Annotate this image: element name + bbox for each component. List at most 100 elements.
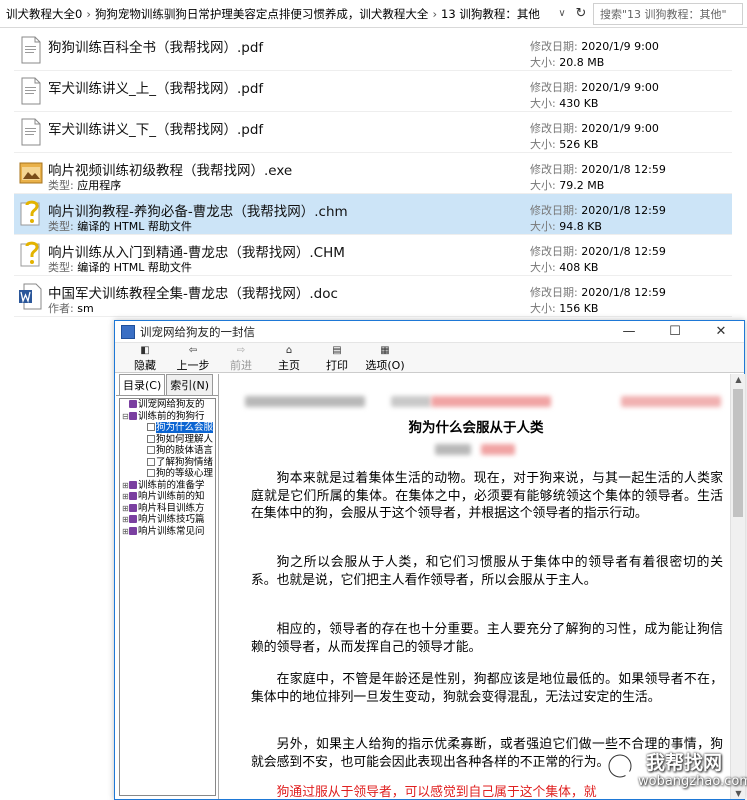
pdf-file-icon (21, 77, 41, 105)
file-item[interactable]: 狗狗训练百科全书（我帮找网）.pdf 修改日期: 2020/1/9 9:00 大… (14, 30, 732, 71)
tree-node-label: 狗如何理解人 (156, 433, 214, 445)
chevron-down-icon[interactable]: ∨ (553, 8, 571, 19)
expand-icon[interactable]: ⊞ (122, 491, 129, 503)
close-button[interactable]: ✕ (698, 324, 744, 339)
forward-icon: ⇨ (236, 345, 246, 356)
breadcrumb-item[interactable]: 狗狗宠物训练驯狗日常护理美容定点排便习惯养成，训犬教程大全 (95, 7, 429, 21)
file-name: 响片视频训练初级教程（我帮找网）.exe (48, 163, 293, 179)
file-item-selected[interactable]: 响片训狗教程-养狗必备-曹龙忠（我帮找网）.chm 类型: 编译的 HTML 帮… (14, 194, 732, 235)
tree-node[interactable]: 训宠网给狗友的 (120, 399, 215, 411)
tree-node[interactable]: ⊞ 训练前的准备学 (120, 480, 215, 492)
watermark-url: wobangzhao.com (638, 774, 747, 789)
watermark-text: 我帮找网 (646, 752, 723, 774)
file-item[interactable]: 军犬训练讲义_上_（我帮找网）.pdf 修改日期: 2020/1/9 9:00 … (14, 71, 732, 112)
tree-node[interactable]: 狗如何理解人 (120, 434, 215, 446)
book-icon (129, 480, 137, 489)
file-item[interactable]: 响片训练从入门到精通-曹龙忠（我帮找网）.CHM 类型: 编译的 HTML 帮助… (14, 235, 732, 276)
topic-content[interactable]: 狗为什么会服从于人类 狗本来就是过着集体生活的动物。现在，对于狗来说，与其一起生… (221, 374, 731, 799)
expand-icon[interactable]: ⊞ (122, 503, 129, 515)
search-placeholder: 搜索"13 训狗教程：其他" (600, 7, 727, 21)
tree-node[interactable]: ⊟ 训练前的狗狗行 (120, 411, 215, 423)
book-icon (129, 526, 137, 535)
file-item[interactable]: 响片视频训练初级教程（我帮找网）.exe 类型: 应用程序 修改日期: 2020… (14, 153, 732, 194)
print-button[interactable]: ▤ 打印 (313, 343, 361, 373)
back-icon: ⇦ (188, 345, 198, 356)
forward-button[interactable]: ⇨ 前进 (217, 343, 265, 373)
tab-contents[interactable]: 目录(C) (119, 374, 166, 395)
chm-app-icon (121, 324, 135, 339)
back-button[interactable]: ⇦ 上一步 (169, 343, 217, 373)
refresh-icon[interactable]: ↻ (571, 6, 591, 21)
tree-node-label: 狗的等级心理 (156, 468, 214, 479)
exe-file-icon (19, 162, 43, 184)
redacted-header-text (621, 396, 721, 407)
tree-node[interactable]: ⊞ 响片训练常见问 (120, 526, 215, 538)
redacted-byline (481, 444, 515, 455)
tree-node[interactable]: ⊞ 响片训练前的知 (120, 491, 215, 503)
tree-node-label: 响片科目训练方 (138, 502, 205, 514)
home-icon: ⌂ (285, 345, 293, 356)
paragraph: 在家庭中，不管是年龄还是性别，狗都应该是地位最低的。如果领导者不在，集体中的地位… (251, 672, 723, 705)
home-button[interactable]: ⌂ 主页 (265, 343, 313, 373)
scrollbar-thumb[interactable] (733, 389, 743, 517)
pdf-file-icon (21, 36, 41, 64)
file-size: 大小: 20.8 MB (530, 56, 605, 69)
nav-tabs: 目录(C) 索引(N) (116, 374, 218, 396)
breadcrumb-item[interactable]: 13 训狗教程：其他 (441, 7, 540, 21)
collapse-icon[interactable]: ⊟ (122, 411, 129, 423)
page-icon (147, 446, 155, 454)
file-size: 大小: 156 KB (530, 302, 599, 315)
tree-node-label: 了解狗狗情绪 (156, 456, 214, 468)
tree-node-label: 响片训练常见问 (138, 525, 205, 537)
chm-file-icon (20, 241, 40, 267)
book-icon (129, 492, 137, 500)
file-date: 修改日期: 2020/1/8 12:59 (530, 245, 666, 258)
file-type: 类型: 应用程序 (48, 179, 122, 192)
book-icon (129, 503, 137, 512)
file-date: 修改日期: 2020/1/8 12:59 (530, 286, 666, 299)
navigation-pane: 目录(C) 索引(N) 训宠网给狗友的 ⊟ 训练前的狗狗行 狗为什么会服 狗如何理解人狗… (116, 374, 219, 799)
file-size: 大小: 430 KB (530, 97, 599, 110)
file-type: 类型: 编译的 HTML 帮助文件 (48, 220, 192, 233)
tab-index[interactable]: 索引(N) (166, 374, 214, 395)
tree-node-label: 训练前的狗狗行 (138, 410, 205, 422)
file-name: 响片训练从入门到精通-曹龙忠（我帮找网）.CHM (48, 245, 345, 261)
redacted-byline (435, 444, 471, 455)
vertical-scrollbar[interactable]: ▲ ▼ (730, 374, 745, 799)
file-item[interactable]: 中国军犬训练教程全集-曹龙忠（我帮找网）.doc 作者: sm 修改日期: 20… (14, 276, 732, 317)
options-button[interactable]: ▦ 选项(O) (361, 343, 409, 373)
book-icon (129, 411, 137, 420)
file-item[interactable]: 军犬训练讲义_下_（我帮找网）.pdf 修改日期: 2020/1/9 9:00 … (14, 112, 732, 153)
tree-node-label: 训宠网给狗友的 (138, 399, 205, 410)
tree-node-label: 响片训练前的知 (138, 491, 205, 502)
breadcrumb[interactable]: 训犬教程大全0 › 狗狗宠物训练驯狗日常护理美容定点排便习惯养成，训犬教程大全 › 13… (0, 6, 553, 22)
tree-node[interactable]: ⊞ 响片训练技巧篇 (120, 514, 215, 526)
scroll-up-icon[interactable]: ▲ (731, 375, 746, 384)
hide-icon: ◧ (140, 345, 150, 356)
file-author: 作者: sm (48, 302, 94, 315)
expand-icon[interactable]: ⊞ (122, 480, 129, 492)
page-icon (147, 423, 155, 431)
expand-icon[interactable]: ⊞ (122, 526, 129, 538)
file-date: 修改日期: 2020/1/8 12:59 (530, 204, 666, 217)
tree-node[interactable]: 狗的等级心理 (120, 468, 215, 480)
page-icon (147, 434, 155, 443)
contents-tree[interactable]: 训宠网给狗友的 ⊟ 训练前的狗狗行 狗为什么会服 狗如何理解人 狗的肢体语言 了解狗狗情绪狗… (119, 398, 216, 796)
tree-node[interactable]: 狗的肢体语言 (120, 445, 215, 457)
maximize-button[interactable]: ☐ (652, 324, 698, 339)
file-size: 大小: 526 KB (530, 138, 599, 151)
expand-icon[interactable]: ⊞ (122, 514, 129, 526)
page-icon (147, 469, 155, 477)
tree-node[interactable]: 了解狗狗情绪 (120, 457, 215, 469)
paragraph: 相应的，领导者的存在也十分重要。主人要充分了解狗的习性，成为能让狗信赖的领导者，… (251, 622, 723, 655)
tree-node[interactable]: 狗为什么会服 (120, 422, 215, 434)
address-bar[interactable]: 训犬教程大全0 › 狗狗宠物训练驯狗日常护理美容定点排便习惯养成，训犬教程大全 › 13… (0, 0, 747, 28)
search-input[interactable]: 搜索"13 训狗教程：其他" (593, 2, 743, 25)
chevron-right-icon: › (432, 6, 438, 21)
tree-node[interactable]: ⊞ 响片科目训练方 (120, 503, 215, 515)
minimize-button[interactable]: — (606, 324, 652, 339)
hide-button[interactable]: ◧ 隐藏 (121, 343, 169, 373)
title-bar[interactable]: 训宠网给狗友的一封信 — ☐ ✕ (115, 321, 744, 343)
breadcrumb-item[interactable]: 训犬教程大全0 (6, 7, 82, 21)
chm-file-icon (20, 200, 40, 226)
